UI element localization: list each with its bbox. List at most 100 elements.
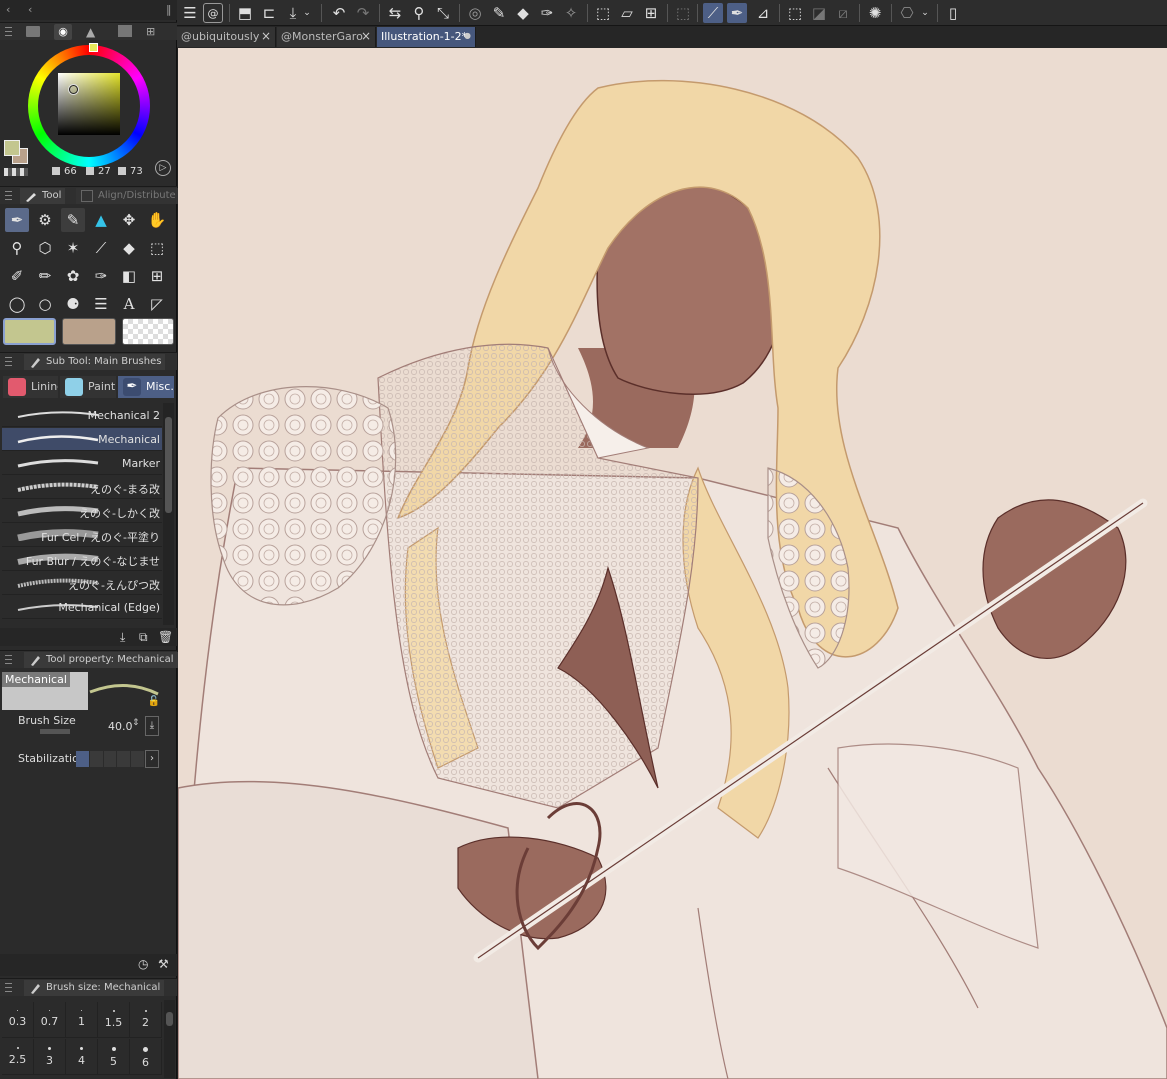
free-transform-icon[interactable]: ▱ [617,3,637,23]
brush-mechanical-edge[interactable]: Mechanical (Edge) [2,596,162,619]
loading-icon[interactable]: ✺ [865,3,885,23]
chevron-right-icon[interactable]: › [145,750,159,768]
brush-pressure-icon[interactable]: ✑ [537,3,557,23]
fit-window-icon[interactable]: ⤡ [433,3,453,23]
auto-select-tool[interactable]: ✶ [61,236,85,260]
brush-list-scrollbar[interactable] [163,403,174,625]
brush-size-cell[interactable]: 5 [98,1039,130,1075]
subtab-misc[interactable]: ✒ Misc. [118,376,174,398]
mesh-transform-icon[interactable]: ⊞ [641,3,661,23]
eyedropper-tool[interactable]: ⟋ [89,236,113,260]
brush-enogu-maru[interactable]: えのぐ-まる改 [2,476,162,499]
panel-grip-icon[interactable] [5,27,12,36]
approx-color-tab-icon[interactable] [118,25,132,37]
zoom-icon[interactable]: ⚲ [409,3,429,23]
share-icon[interactable]: ⎔ [897,3,917,23]
balloon-tool[interactable]: ◸ [145,292,169,316]
gradient-tool[interactable]: ◧ [117,264,141,288]
transparent-color-icon[interactable] [4,168,28,176]
redo-icon[interactable]: ↷ [353,3,373,23]
brush-size-cell[interactable]: 1.5 [98,1002,130,1038]
panel-grip-icon[interactable] [5,983,12,992]
move-tool[interactable]: ✥ [117,208,141,232]
color-slider-tab-icon[interactable]: ▲ [86,25,95,39]
drawing-canvas[interactable] [178,48,1167,1079]
eraser-tool[interactable]: ◆ [117,236,141,260]
ellipse-tool[interactable]: ○ [33,292,57,316]
tab-illustration[interactable]: Illustration-1-2* ● [377,27,476,47]
brush-size-cell[interactable]: 2.5 [2,1039,34,1075]
deselect-icon[interactable]: ◪ [809,3,829,23]
object-tool[interactable]: ⬡ [33,236,57,260]
brush-size-popup-icon[interactable]: ⤓ [145,716,159,736]
brush-size-cell[interactable]: 0.7 [34,1002,66,1038]
stepper-icon[interactable]: ⇕ [132,718,140,728]
companion-mode-icon[interactable]: ▯ [943,3,963,23]
pen-tool[interactable]: ✒ [5,208,29,232]
play-icon[interactable]: ▷ [155,160,171,176]
size-grid-scrollbar[interactable] [164,1000,175,1078]
brush-size-slider[interactable] [40,729,70,734]
new-file-icon[interactable]: ⬒ [235,3,255,23]
transform-icon[interactable]: ⬚ [593,3,613,23]
frame-tool[interactable]: ⊞ [145,264,169,288]
panel-grip-icon[interactable] [5,357,12,366]
brush-size-cell[interactable]: 4 [66,1039,98,1075]
special-ruler-icon[interactable]: ⊿ [753,3,773,23]
color-history-tab-icon[interactable]: ⊞ [146,25,155,38]
pen-line-tool[interactable]: ✐ [5,264,29,288]
stroke-snap-icon[interactable]: ✒ [727,3,747,23]
brush-marker[interactable]: Marker [2,452,162,475]
marquee-tool[interactable]: ⬚ [145,236,169,260]
tab-ubiquitously[interactable]: @ubiquitously × [177,27,276,47]
sub-color-box[interactable] [62,318,116,345]
color-set-tab-icon[interactable] [26,26,40,37]
dock-resize-icon[interactable]: ‖ [166,3,172,16]
color-wheel-tab-icon[interactable]: ◉ [54,24,72,40]
brush-fur-blur[interactable]: Fur Blur / えのぐ-なじませ [2,548,162,571]
brush-size-cell[interactable]: 2 [130,1002,162,1038]
brush-enogu-shikaku[interactable]: えのぐ-しかく改 [2,500,162,523]
subtab-lining[interactable]: Lining [3,376,58,398]
collapse-left-icon[interactable]: ‹ [6,3,10,16]
main-color-box[interactable] [3,318,56,345]
tab-align-distribute[interactable]: Align/Distribute [76,188,180,204]
selection-clear-icon[interactable]: ⬚ [673,3,693,23]
brush-enogu-enpitsu[interactable]: えのぐ-えんぴつ改 [2,572,162,595]
lasso-tool[interactable]: ◯ [5,292,29,316]
invert-selection-icon[interactable]: ⧄ [833,3,853,23]
brush-size-cell[interactable]: 0.3 [2,1002,34,1038]
airbrush-tool[interactable]: ✑ [89,264,113,288]
panel-grip-icon[interactable] [5,191,12,200]
chevron-down-icon[interactable]: ⌄ [919,3,931,23]
trash-icon[interactable]: 🗑 [158,630,173,644]
settings-wrench-icon[interactable]: ⚒ [158,957,169,971]
brush-size-cell[interactable]: 3 [34,1039,66,1075]
brush-size-cell[interactable]: 6 [130,1039,162,1075]
fill-bucket-icon[interactable]: ◆ [513,3,533,23]
tab-monstergaro[interactable]: @MonsterGaro × [277,27,376,47]
brush-mechanical-2[interactable]: Mechanical 2 [2,404,162,427]
chevron-down-icon[interactable]: ⌄ [301,3,313,23]
modified-dot-icon[interactable]: ● [464,31,471,40]
stabilization-slider[interactable] [76,751,144,767]
saturation-value-square[interactable] [58,73,120,135]
magic-wand-icon[interactable]: ✧ [561,3,581,23]
transparent-color-box[interactable] [122,318,174,345]
brush-tool[interactable]: ✏ [33,264,57,288]
text-tool[interactable]: A [117,292,141,316]
flip-horizontal-icon[interactable]: ⇆ [385,3,405,23]
brush-mechanical[interactable]: Mechanical [2,428,162,451]
close-icon[interactable]: × [361,29,371,43]
hamburger-icon[interactable]: ☰ [180,3,200,23]
blend-tool[interactable]: ⚈ [61,292,85,316]
undo-icon[interactable]: ↶ [329,3,349,23]
subtab-painting[interactable]: Painti [60,376,116,398]
tab-tool[interactable]: Tool [20,188,66,204]
lock-icon[interactable]: 🔓 [148,696,160,707]
brush-fur-cel[interactable]: Fur Cel / えのぐ-平塗り [2,524,162,547]
decoration-tool[interactable]: ✿ [61,264,85,288]
save-icon[interactable]: ⤓ [283,3,303,23]
duplicate-icon[interactable]: ⧉ [139,630,148,645]
brush-size-cell[interactable]: 1 [66,1002,98,1038]
